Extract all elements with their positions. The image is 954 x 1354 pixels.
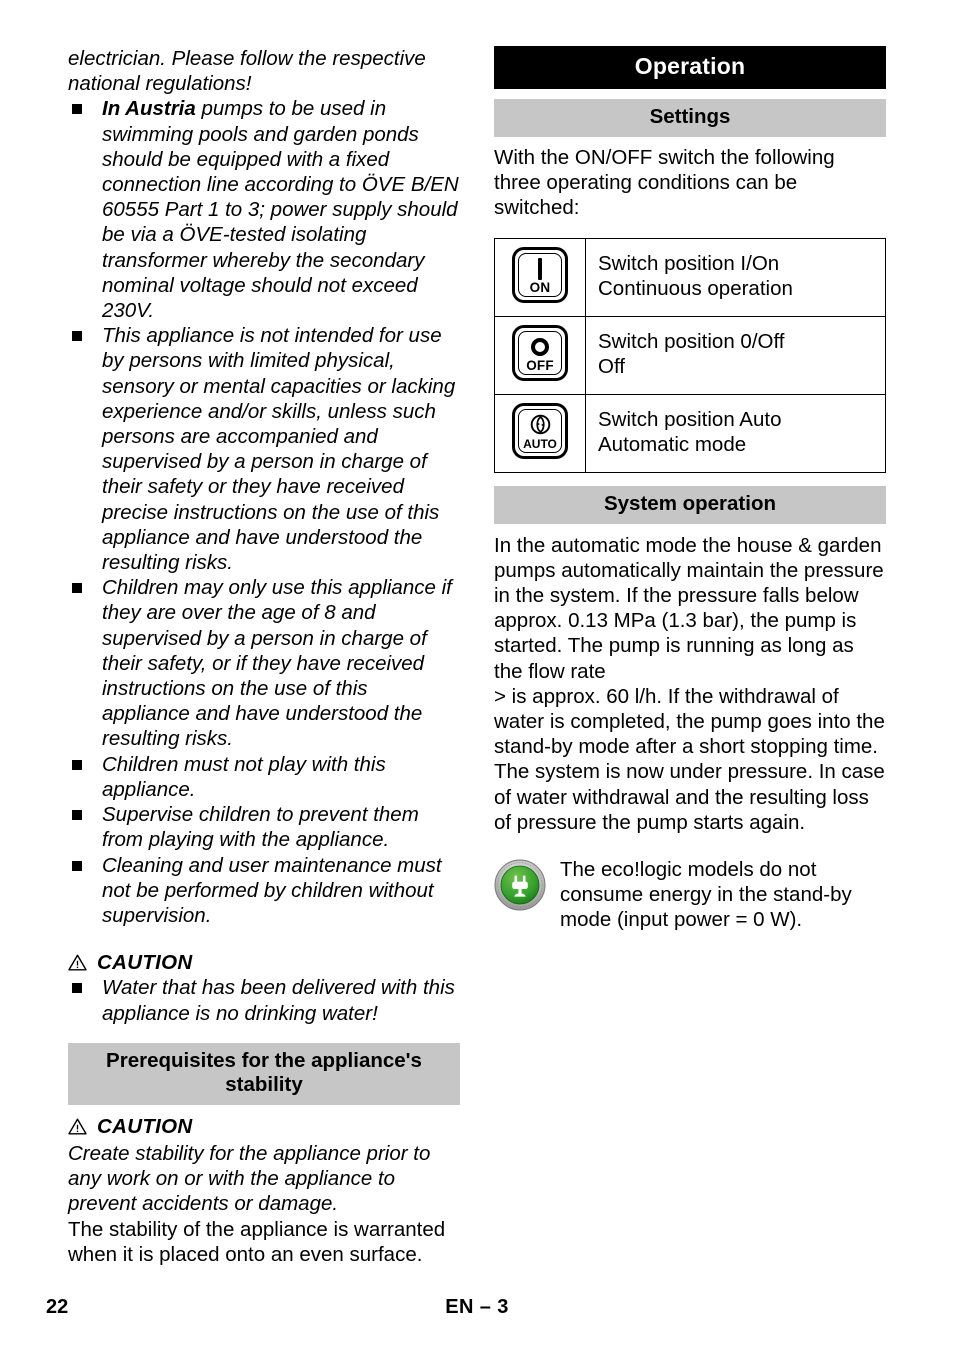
description-cell: Switch position Auto Automatic mode — [585, 393, 886, 473]
description-cell: Switch position I/On Continuous operatio… — [585, 237, 886, 317]
description-cell: Switch position 0/Off Off — [585, 315, 886, 395]
table-row: ON Switch position I/On Continuous opera… — [494, 237, 886, 317]
list-item: Cleaning and user maintenance must not b… — [68, 853, 460, 929]
bullet-body-text: Children must not play with this applian… — [102, 752, 386, 801]
switch-description-line2: Off — [598, 355, 625, 379]
ecologic-note: The eco!logic models do not consume ener… — [494, 857, 886, 933]
table-row: OFF Switch position 0/Off Off — [494, 315, 886, 395]
icon-cell: OFF — [494, 315, 586, 395]
list-item: In Austria pumps to be used in swimming … — [68, 96, 460, 323]
safety-bullet-list: In Austria pumps to be used in swimming … — [68, 96, 460, 928]
caution-label: CAUTION — [97, 951, 193, 975]
warning-triangle-icon — [68, 1118, 87, 1135]
footer-section-marker: EN – 3 — [445, 1296, 509, 1318]
switch-symbol — [515, 335, 565, 359]
ecologic-note-text: The eco!logic models do not consume ener… — [560, 858, 852, 932]
table-row: AUTO Switch position Auto Automatic mode — [494, 393, 886, 473]
bullet-body-text: pumps to be used in swimming pools and g… — [102, 97, 459, 323]
switch-description-line1: Switch position I/On — [598, 251, 780, 275]
bullet-square-icon — [72, 860, 82, 871]
warning-triangle-icon — [68, 954, 87, 971]
intro-continuation-paragraph: electrician. Please follow the respectiv… — [68, 47, 426, 96]
list-item: Supervise children to prevent them from … — [68, 802, 460, 852]
ecologic-plug-badge-icon — [494, 859, 546, 911]
icon-cell: ON — [494, 237, 586, 317]
bullet-square-icon — [72, 104, 82, 115]
switch-symbol — [515, 413, 565, 437]
caution-heading-stability: CAUTION — [68, 1114, 460, 1139]
switch-auto-icon: AUTO — [512, 402, 568, 459]
bullet-square-icon — [72, 810, 82, 821]
caution-bullet-list: Water that has been delivered with this … — [68, 975, 460, 1025]
list-item: Children must not play with this applian… — [68, 752, 460, 802]
stability-caution-italic-text: Create stability for the appliance prior… — [68, 1141, 431, 1216]
switch-off-icon: OFF — [512, 324, 568, 381]
settings-section-heading: Settings — [494, 99, 886, 137]
bullet-square-icon — [72, 583, 82, 594]
stability-warranty-text: The stability of the appliance is warran… — [68, 1217, 446, 1266]
right-column: Operation Settings With the ON/OFF switc… — [494, 46, 886, 933]
caution-label: CAUTION — [97, 1114, 193, 1138]
icon-cell: AUTO — [494, 393, 586, 473]
switch-icon-label: OFF — [526, 357, 554, 373]
list-item: Children may only use this appliance if … — [68, 575, 460, 751]
bullet-body-text: Children may only use this appliance if … — [102, 576, 452, 751]
switch-description-line2: Automatic mode — [598, 433, 747, 457]
document-page: electrician. Please follow the respectiv… — [0, 0, 954, 1354]
bullet-body-text: Supervise children to prevent them from … — [102, 803, 419, 852]
bullet-square-icon — [72, 331, 82, 342]
switch-description-line2: Continuous operation — [598, 277, 793, 301]
switch-on-icon: ON — [512, 246, 568, 303]
left-column: electrician. Please follow the respectiv… — [68, 46, 460, 1267]
system-operation-paragraph-2: > is approx. 60 l/h. If the withdrawal o… — [494, 684, 885, 834]
line-I-icon — [538, 257, 542, 280]
bullet-lead-text: In Austria — [102, 97, 196, 121]
bullet-square-icon — [72, 983, 82, 994]
switch-symbol — [515, 257, 565, 281]
switch-positions-table: ON Switch position I/On Continuous opera… — [494, 237, 886, 473]
chapter-title-operation: Operation — [494, 46, 886, 89]
stability-section-heading: Prerequisites for the appliance's stabil… — [68, 1042, 460, 1105]
circle-O-icon — [531, 337, 549, 356]
bullet-body-text: Cleaning and user maintenance must not b… — [102, 853, 442, 927]
list-item: This appliance is not intended for use b… — [68, 323, 460, 575]
system-operation-paragraph-1: In the automatic mode the house & garden… — [494, 533, 884, 683]
list-item: Water that has been delivered with this … — [68, 975, 460, 1025]
bullet-body-text: This appliance is not intended for use b… — [102, 324, 456, 575]
switch-description-line1: Switch position Auto — [598, 407, 782, 431]
switch-icon-label: ON — [529, 279, 551, 295]
bullet-body-text: Water that has been delivered with this … — [102, 976, 455, 1025]
caution-heading-water: CAUTION — [68, 950, 460, 975]
system-operation-heading: System operation — [494, 485, 886, 524]
switch-icon-label: AUTO — [523, 436, 557, 451]
settings-intro-paragraph: With the ON/OFF switch the following thr… — [494, 146, 835, 220]
cycle-arrows-icon — [530, 414, 550, 435]
bullet-square-icon — [72, 759, 82, 770]
switch-description-line1: Switch position 0/Off — [598, 329, 785, 353]
